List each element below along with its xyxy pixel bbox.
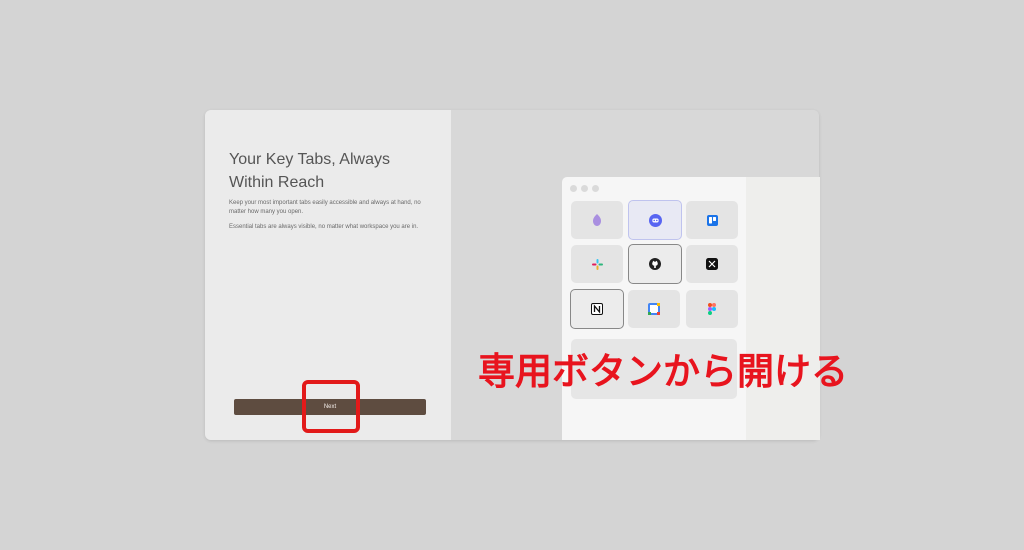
x-twitter-icon[interactable] <box>686 245 738 283</box>
onboarding-description-secondary: Essential tabs are always visible, no ma… <box>229 224 419 230</box>
notion-icon[interactable] <box>570 289 624 329</box>
annotation-highlight-box <box>302 380 360 433</box>
preview-content-area <box>746 177 820 440</box>
discord-icon[interactable] <box>628 200 682 240</box>
window-minimize-dot <box>581 185 588 192</box>
onboarding-title: Your Key Tabs, Always Within Reach <box>229 151 390 191</box>
github-icon[interactable] <box>628 244 682 284</box>
trello-icon[interactable] <box>686 201 738 239</box>
browser-preview-window <box>562 177 820 440</box>
google-calendar-icon[interactable] <box>628 290 680 328</box>
ai-assistant-icon[interactable] <box>571 201 623 239</box>
window-close-dot <box>570 185 577 192</box>
figma-icon[interactable] <box>686 290 738 328</box>
window-maximize-dot <box>592 185 599 192</box>
slack-icon[interactable] <box>571 245 623 283</box>
onboarding-description: Keep your most important tabs easily acc… <box>229 200 421 215</box>
annotation-caption: 専用ボタンから開ける <box>478 350 848 393</box>
